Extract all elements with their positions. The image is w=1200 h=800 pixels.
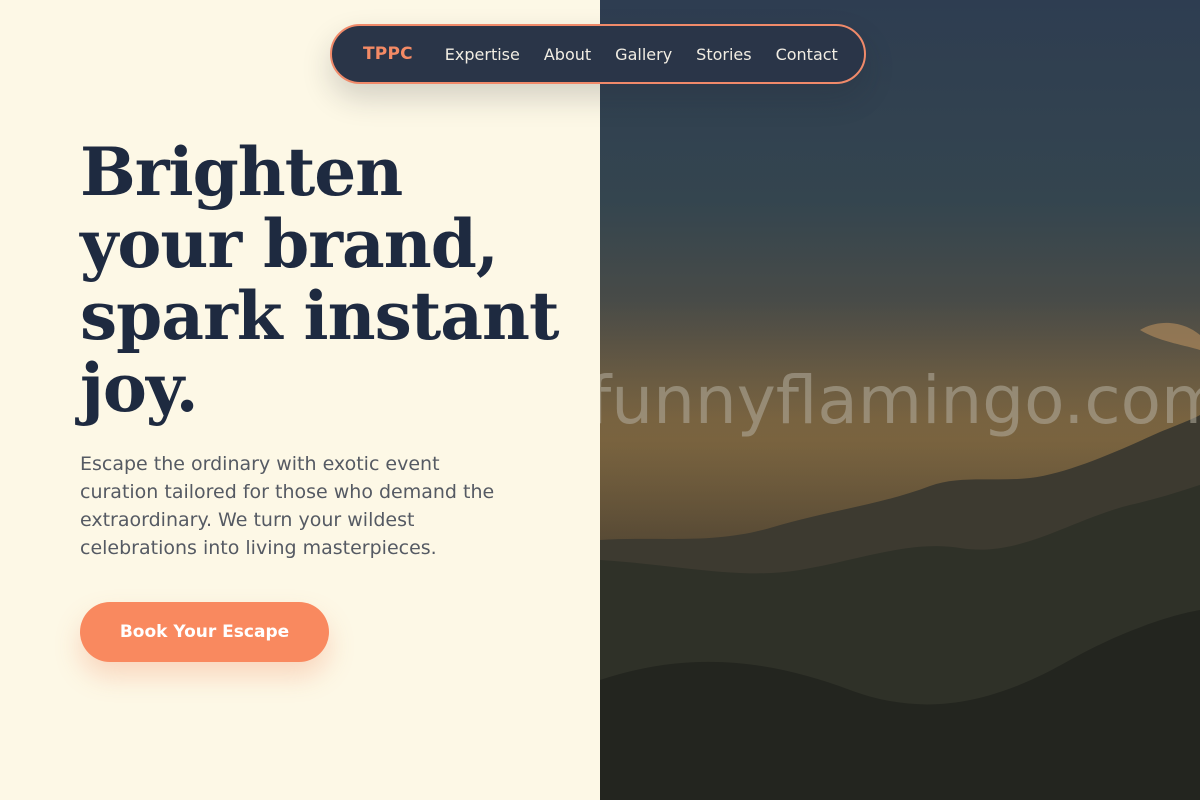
mountain-sunset-image <box>600 0 1200 800</box>
brand-logo[interactable]: TPPC <box>363 44 413 64</box>
nav-link-contact[interactable]: Contact <box>776 45 838 64</box>
hero-image: funnyflamingo.com <box>600 0 1200 800</box>
hero-description: Escape the ordinary with exotic event cu… <box>80 450 550 562</box>
headline-line: your brand, <box>80 205 499 283</box>
headline-line: joy. <box>80 349 199 427</box>
main-nav: TPPC Expertise About Gallery Stories Con… <box>330 24 866 84</box>
book-your-escape-button[interactable]: Book Your Escape <box>80 602 329 662</box>
nav-link-stories[interactable]: Stories <box>696 45 751 64</box>
description-line: extraordinary. We turn your wildest <box>80 509 415 531</box>
description-line: celebrations into living masterpieces. <box>80 537 437 559</box>
nav-link-expertise[interactable]: Expertise <box>445 45 520 64</box>
headline-line: Brighten <box>80 133 403 211</box>
headline-line: spark instant <box>80 277 560 355</box>
nav-link-gallery[interactable]: Gallery <box>615 45 672 64</box>
nav-link-about[interactable]: About <box>544 45 591 64</box>
description-line: curation tailored for those who demand t… <box>80 481 495 503</box>
description-line: Escape the ordinary with exotic event <box>80 453 440 475</box>
hero-headline: Brighten your brand, spark instant joy. <box>80 136 580 424</box>
